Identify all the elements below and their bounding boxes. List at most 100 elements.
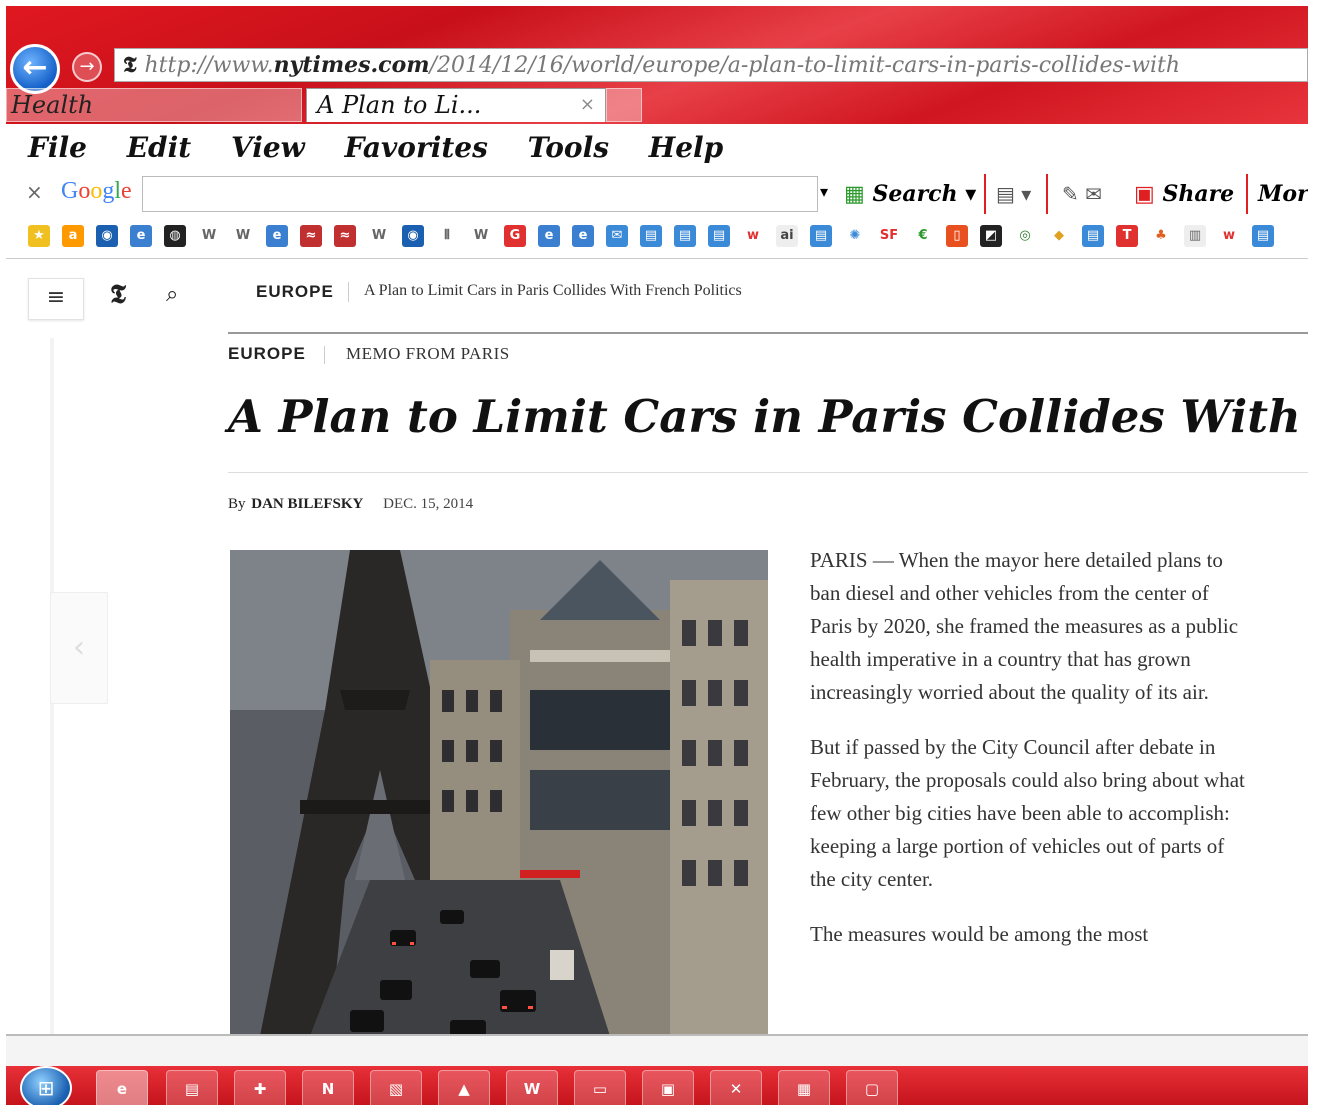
w-red-icon[interactable]: w (742, 225, 764, 247)
article-body: PARIS — When the mayor here detailed pla… (810, 544, 1250, 973)
wiki-icon[interactable]: W (470, 225, 492, 247)
menu-tools[interactable]: Tools (528, 131, 609, 164)
site-icon[interactable]: ◆ (1048, 225, 1070, 247)
paint-icon[interactable]: ▧ (370, 1070, 422, 1105)
page-icon[interactable]: ▤ (674, 225, 696, 247)
arrow-right-icon: → (79, 56, 95, 77)
nyt-top-bar: ≡ 𝕿 ⌕ EUROPE A Plan to Limit Cars in Par… (6, 262, 1308, 326)
address-bar[interactable]: 𝕿http://www.nytimes.com/2014/12/16/world… (114, 48, 1308, 82)
menu-edit[interactable]: Edit (127, 131, 192, 164)
sf-icon[interactable]: SF (878, 225, 900, 247)
page-tools-icon[interactable]: ▤ ▾ (996, 182, 1031, 206)
wiki-icon[interactable]: W (198, 225, 220, 247)
nyt-logo-icon[interactable]: 𝕿 (110, 280, 126, 311)
ie-page-icon[interactable]: e (538, 225, 560, 247)
globe-icon[interactable]: ◉ (96, 225, 118, 247)
google-search-input[interactable] (142, 176, 818, 212)
site-icon[interactable]: ◩ (980, 225, 1002, 247)
notepad-icon[interactable]: ▤ (166, 1070, 218, 1105)
search-icon[interactable]: ⌕ (166, 282, 178, 307)
menu-file[interactable]: File (28, 131, 87, 164)
divider (228, 332, 1308, 334)
g-red-icon[interactable]: G (504, 225, 526, 247)
google-logo-e: e (121, 178, 132, 204)
status-bar (6, 1036, 1308, 1066)
display-icon[interactable]: ▣ (642, 1070, 694, 1105)
author-link[interactable]: DAN BILEFSKY (251, 496, 363, 512)
windows-start-icon[interactable]: ⊞ (20, 1066, 72, 1105)
close-icon[interactable]: ✕ (710, 1070, 762, 1105)
browser-window: ← → 𝕿http://www.nytimes.com/2014/12/16/w… (6, 6, 1308, 1105)
google-logo: Google (61, 178, 132, 205)
ie-page-icon[interactable]: e (130, 225, 152, 247)
t-icon[interactable]: T (1116, 225, 1138, 247)
chevron-down-icon[interactable]: ▾ (820, 182, 828, 201)
favorites-star-icon[interactable]: ★ (28, 225, 50, 247)
address-domain: nytimes.com (273, 52, 430, 78)
ie-icon[interactable]: e (96, 1070, 148, 1105)
window-icon[interactable]: ▢ (846, 1070, 898, 1105)
computer-icon[interactable]: ▭ (574, 1070, 626, 1105)
google-logo-l: l (114, 178, 122, 204)
wiki-icon[interactable]: W (232, 225, 254, 247)
site-icon[interactable]: ♣ (1150, 225, 1172, 247)
page-icon[interactable]: ▤ (810, 225, 832, 247)
news-icon[interactable]: ≈ (334, 225, 356, 247)
menu-help[interactable]: Help (649, 131, 723, 164)
previous-article-button[interactable]: ‹ (50, 592, 108, 704)
close-tab-icon[interactable]: × (580, 89, 595, 121)
w-red-icon[interactable]: w (1218, 225, 1240, 247)
explorer-icon[interactable]: ▦ (778, 1070, 830, 1105)
news-icon[interactable]: ≈ (300, 225, 322, 247)
article-paragraph: PARIS — When the mayor here detailed pla… (810, 548, 1239, 704)
tab-nyt-article[interactable]: A Plan to Li... × (306, 88, 606, 122)
site-icon[interactable]: ✺ (844, 225, 866, 247)
divider (324, 346, 325, 364)
google-search-button[interactable]: ▦ Search ▾ (844, 176, 976, 212)
forward-button[interactable]: → (72, 52, 102, 82)
article-headline: A Plan to Limit Cars in Paris Collides W… (228, 390, 1308, 443)
onenote-icon[interactable]: N (302, 1070, 354, 1105)
office-icon[interactable]: ▯ (946, 225, 968, 247)
article-photo[interactable] (230, 550, 768, 1036)
page-icon[interactable]: ▤ (1082, 225, 1104, 247)
page-icon[interactable]: ▤ (708, 225, 730, 247)
page-icon[interactable]: ▤ (640, 225, 662, 247)
menu-hamburger-icon[interactable]: ≡ (28, 278, 84, 320)
site-icon[interactable]: ⦀ (436, 225, 458, 247)
ie-page-icon[interactable]: e (266, 225, 288, 247)
tab-health[interactable]: Health (6, 88, 302, 122)
kicker-column-link[interactable]: MEMO FROM PARIS (346, 344, 510, 364)
more-button[interactable]: Mor (1258, 176, 1308, 212)
menu-view[interactable]: View (231, 131, 305, 164)
amazon-icon[interactable]: a (62, 225, 84, 247)
kicker-section-link[interactable]: EUROPE (228, 344, 306, 364)
site-icon[interactable]: ◎ (1014, 225, 1036, 247)
globe-icon[interactable]: ◉ (402, 225, 424, 247)
menu-bar: File Edit View Favorites Tools Help (6, 124, 1308, 172)
site-icon[interactable]: € (912, 225, 934, 247)
pdf-icon[interactable]: ▲ (438, 1070, 490, 1105)
new-tab-button[interactable] (606, 88, 642, 122)
section-link[interactable]: EUROPE (256, 282, 334, 302)
menu-favorites[interactable]: Favorites (345, 131, 488, 164)
bookmark-icons[interactable]: ✎ ✉ (1062, 182, 1102, 206)
word-icon[interactable]: W (506, 1070, 558, 1105)
address-path: /2014/12/16/world/europe/a-plan-to-limit… (429, 53, 1181, 78)
arrow-left-icon: ← (22, 50, 48, 85)
wiki-icon[interactable]: W (368, 225, 390, 247)
byline-prefix: By (228, 496, 246, 512)
tab-label: Health (11, 91, 94, 119)
site-icon[interactable]: ▥ (1184, 225, 1206, 247)
ai-icon[interactable]: ai (776, 225, 798, 247)
site-icon[interactable]: ◍ (164, 225, 186, 247)
ie-page-icon[interactable]: e (572, 225, 594, 247)
email-icon[interactable]: ✉ (606, 225, 628, 247)
google-logo-o1: o (78, 178, 91, 204)
share-button[interactable]: ▣ Share (1134, 176, 1234, 212)
toolbar-separator (1246, 174, 1248, 214)
close-toolbar-icon[interactable]: × (26, 180, 43, 204)
app-icon[interactable]: ✚ (234, 1070, 286, 1105)
page-icon[interactable]: ▤ (1252, 225, 1274, 247)
back-button[interactable]: ← (10, 44, 60, 94)
